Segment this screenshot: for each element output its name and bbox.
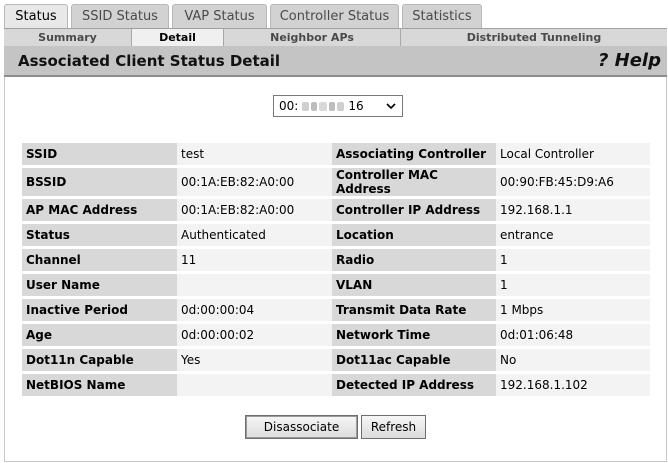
tab-ssid-status[interactable]: SSID Status xyxy=(71,4,169,28)
field-label: NetBIOS Name xyxy=(22,374,177,396)
field-label: Dot11ac Capable xyxy=(332,349,496,371)
field-value: Local Controller xyxy=(496,143,650,165)
field-value: 192.168.1.102 xyxy=(496,374,650,396)
field-value: Yes xyxy=(177,349,332,371)
subtab-summary[interactable]: Summary xyxy=(4,29,132,46)
subtab-detail[interactable]: Detail xyxy=(132,29,224,46)
field-label: Controller MAC Address xyxy=(332,168,496,196)
client-detail-table: SSID test Associating Controller Local Cont… xyxy=(22,140,650,399)
field-label: User Name xyxy=(22,274,177,296)
mac-redacted xyxy=(302,101,345,111)
refresh-button[interactable]: Refresh xyxy=(361,415,426,439)
tab-vap-status[interactable]: VAP Status xyxy=(172,4,267,28)
field-label: VLAN xyxy=(332,274,496,296)
tab-status[interactable]: Status xyxy=(4,4,68,28)
table-row: Status Authenticated Location entrance xyxy=(22,224,650,246)
field-label: Transmit Data Rate xyxy=(332,299,496,321)
field-label: Detected IP Address xyxy=(332,374,496,396)
field-value: 0d:00:00:04 xyxy=(177,299,332,321)
table-row: AP MAC Address 00:1A:EB:82:A0:00 Controlle… xyxy=(22,199,650,221)
main-tabs: Status SSID Status VAP Status Controller… xyxy=(4,4,485,28)
subtab-distributed-tunneling[interactable]: Distributed Tunneling xyxy=(401,29,667,46)
chevron-down-icon[interactable] xyxy=(385,100,397,112)
field-label: Inactive Period xyxy=(22,299,177,321)
field-value: 1 Mbps xyxy=(496,299,650,321)
table-row: BSSID 00:1A:EB:82:A0:00 Controller MAC Add… xyxy=(22,168,650,196)
page-title: Associated Client Status Detail xyxy=(18,52,281,70)
content-panel: 00: 16 SSID test Associating Controller Loc… xyxy=(4,77,667,462)
sub-tabs: Summary Detail Neighbor APs Distributed … xyxy=(4,28,667,46)
field-label: Dot11n Capable xyxy=(22,349,177,371)
field-value: 0d:01:06:48 xyxy=(496,324,650,346)
field-value: 0d:00:00:02 xyxy=(177,324,332,346)
field-value: 00:1A:EB:82:A0:00 xyxy=(177,199,332,221)
table-row: Age 0d:00:00:02 Network Time 0d:01:06:48 xyxy=(22,324,650,346)
help-link[interactable]: ? Help xyxy=(598,50,661,71)
field-label: AP MAC Address xyxy=(22,199,177,221)
mac-suffix: 16 xyxy=(348,99,364,113)
field-label: Radio xyxy=(332,249,496,271)
tab-controller-status[interactable]: Controller Status xyxy=(270,4,399,28)
table-row: Channel 11 Radio 1 xyxy=(22,249,650,271)
subtab-neighbor-aps[interactable]: Neighbor APs xyxy=(224,29,401,46)
field-label: Associating Controller xyxy=(332,143,496,165)
field-value xyxy=(177,374,332,396)
field-label: Channel xyxy=(22,249,177,271)
table-row: Inactive Period 0d:00:00:04 Transmit Data … xyxy=(22,299,650,321)
tab-statistics[interactable]: Statistics xyxy=(402,4,482,28)
field-label: BSSID xyxy=(22,168,177,196)
field-label: Location xyxy=(332,224,496,246)
mac-prefix: 00: xyxy=(279,99,299,113)
field-value: 00:90:FB:45:D9:A6 xyxy=(496,168,650,196)
app-frame: Status SSID Status VAP Status Controller… xyxy=(0,0,668,463)
table-row: User Name VLAN 1 xyxy=(22,274,650,296)
field-label: Age xyxy=(22,324,177,346)
field-value: entrance xyxy=(496,224,650,246)
table-row: NetBIOS Name Detected IP Address 192.168.1… xyxy=(22,374,650,396)
field-label: Status xyxy=(22,224,177,246)
client-mac-select[interactable]: 00: 16 xyxy=(273,95,403,117)
field-label: Network Time xyxy=(332,324,496,346)
disassociate-button[interactable]: Disassociate xyxy=(245,415,358,439)
table-row: SSID test Associating Controller Local Cont… xyxy=(22,143,650,165)
field-value: test xyxy=(177,143,332,165)
field-value: No xyxy=(496,349,650,371)
field-value: 1 xyxy=(496,274,650,296)
field-value xyxy=(177,274,332,296)
field-value: 11 xyxy=(177,249,332,271)
field-value: 00:1A:EB:82:A0:00 xyxy=(177,168,332,196)
table-row: Dot11n Capable Yes Dot11ac Capable No xyxy=(22,349,650,371)
field-value: Authenticated xyxy=(177,224,332,246)
field-value: 192.168.1.1 xyxy=(496,199,650,221)
field-label: Controller IP Address xyxy=(332,199,496,221)
field-label: SSID xyxy=(22,143,177,165)
field-value: 1 xyxy=(496,249,650,271)
page-header: Associated Client Status Detail ? Help xyxy=(4,46,667,77)
